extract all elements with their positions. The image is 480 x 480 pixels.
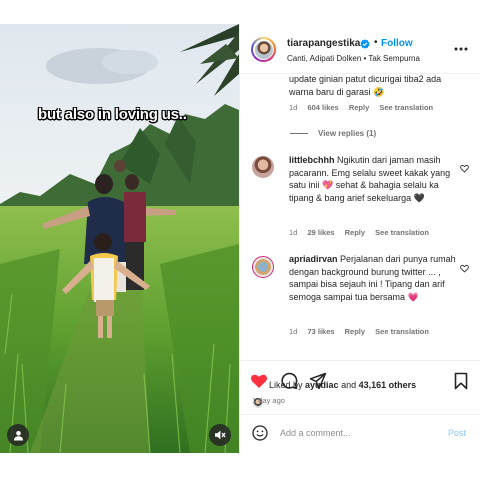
see-translation-button[interactable]: See translation: [375, 228, 429, 237]
author-avatar[interactable]: [251, 37, 276, 62]
comment-likes[interactable]: 604 likes: [307, 103, 338, 112]
video-caption-overlay: but also in loving us..: [38, 106, 187, 123]
commenter-avatar[interactable]: [252, 256, 274, 278]
comment-meta: 1d 73 likes Reply See translation: [289, 327, 437, 336]
more-options-icon[interactable]: [453, 46, 469, 52]
comment-meta: 1d 29 likes Reply See translation: [289, 228, 437, 237]
user-icon: [13, 430, 23, 441]
author-username[interactable]: tiarapangestika: [287, 38, 360, 49]
comment-meta: 1d 604 likes Reply See translation: [289, 103, 441, 112]
like-comment-heart-icon[interactable]: [460, 264, 469, 273]
post-details-panel: tiarapangestika • Follow Canti, Adipati …: [239, 24, 480, 453]
replies-divider: [290, 133, 308, 134]
comment-time: 1d: [289, 327, 298, 336]
view-replies-label: View replies (1): [318, 129, 377, 138]
liked-and: and: [341, 380, 357, 390]
comments-list[interactable]: update ginian patut dicurigai tiba2 ada …: [240, 75, 480, 359]
comment-likes[interactable]: 73 likes: [307, 327, 334, 336]
comment-text: littlebchhh Ngikutin dari jaman masih pa…: [289, 154, 461, 204]
commenter-username[interactable]: apriadirvan: [289, 254, 338, 264]
reply-button[interactable]: Reply: [345, 327, 365, 336]
post-comment-button[interactable]: Post: [448, 428, 466, 438]
liked-count[interactable]: 43,161 others: [359, 380, 417, 390]
post-header: tiarapangestika • Follow Canti, Adipati …: [240, 24, 480, 74]
comment-time: 1d: [289, 228, 298, 237]
comment-text: update ginian patut dicurigai tiba2 ada …: [289, 75, 442, 97]
verified-badge-icon: [360, 39, 370, 49]
reply-button[interactable]: Reply: [345, 228, 365, 237]
comment-input[interactable]: Add a comment...: [280, 428, 351, 438]
video-frame: [0, 24, 239, 453]
comment-likes[interactable]: 29 likes: [307, 228, 334, 237]
comment-time: 1d: [289, 103, 298, 112]
view-replies-button[interactable]: View replies (1): [290, 129, 376, 138]
liked-user[interactable]: ayudiac: [305, 380, 339, 390]
bookmark-icon[interactable]: [452, 372, 470, 390]
tagged-users-button[interactable]: [7, 424, 29, 446]
audio-attribution[interactable]: Canti, Adipati Dolken • Tak Sempurna: [287, 54, 420, 63]
reply-button[interactable]: Reply: [349, 103, 369, 112]
emoji-icon[interactable]: [252, 425, 268, 441]
follow-button[interactable]: Follow: [381, 38, 413, 49]
post-timestamp: 1 day ago: [252, 396, 285, 405]
post-media[interactable]: but also in loving us..: [0, 24, 239, 453]
likes-summary[interactable]: Liked by ayudiac and 43,161 others: [269, 380, 416, 390]
commenter-username[interactable]: littlebchhh: [289, 155, 335, 165]
mute-button[interactable]: [209, 424, 231, 446]
heart-filled-icon[interactable]: [250, 372, 268, 390]
see-translation-button[interactable]: See translation: [375, 327, 429, 336]
speaker-mute-icon: [215, 430, 226, 440]
header-separator: •: [374, 37, 378, 48]
commenter-avatar[interactable]: [252, 156, 274, 178]
comment-composer: [240, 414, 480, 453]
see-translation-button[interactable]: See translation: [379, 103, 433, 112]
comment-text: apriadirvan Perjalanan dari punya rumah …: [289, 253, 461, 303]
liked-prefix: Liked by: [269, 380, 303, 390]
like-comment-heart-icon[interactable]: [460, 164, 469, 173]
